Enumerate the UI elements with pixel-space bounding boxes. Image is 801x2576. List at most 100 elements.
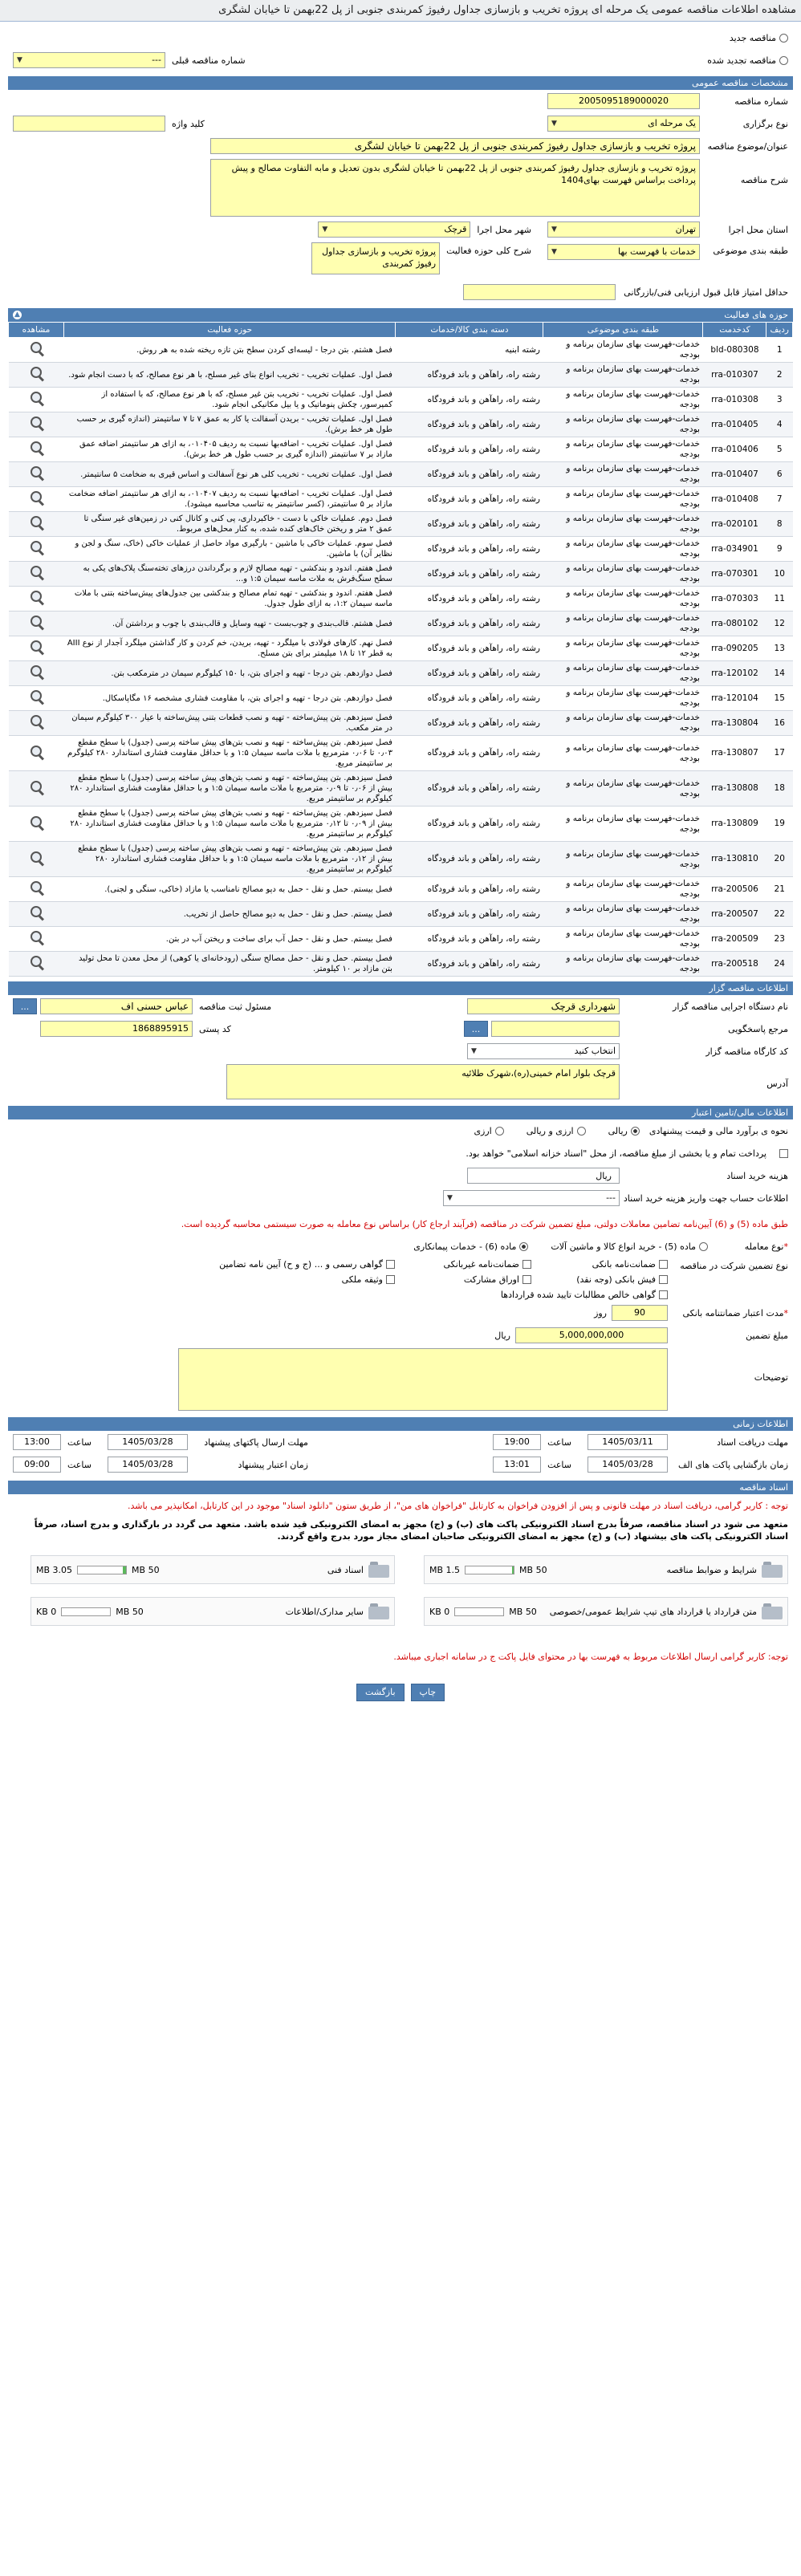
workshop-select[interactable]: انتخاب کنید ▼ [467, 1043, 620, 1059]
activity-cell: فصل هفتم. اندود و بندکشی - تهیه مصالح لا… [63, 561, 396, 587]
view-cell[interactable] [8, 561, 64, 587]
g-property[interactable]: وثیقه ملکی [196, 1274, 395, 1285]
row-number: 16 [766, 710, 793, 736]
magnifier-icon[interactable] [28, 815, 45, 831]
magnifier-icon[interactable] [28, 639, 45, 656]
magnifier-icon[interactable] [28, 929, 45, 946]
magnifier-icon[interactable] [28, 340, 45, 357]
magnifier-icon[interactable] [28, 689, 45, 705]
view-cell[interactable] [8, 486, 64, 512]
view-cell[interactable] [8, 412, 64, 437]
magnifier-icon[interactable] [28, 539, 45, 556]
folder-icon [368, 1562, 389, 1578]
view-cell[interactable] [8, 951, 64, 977]
view-cell[interactable] [8, 387, 64, 412]
postal-label: کد پستی [199, 1023, 231, 1034]
person-lookup-button[interactable]: ... [13, 998, 37, 1014]
magnifier-icon[interactable] [28, 589, 45, 606]
magnifier-icon[interactable] [28, 390, 45, 407]
group-cell: رشته راه، راهآهن و باند فرودگاه [395, 362, 543, 388]
view-cell[interactable] [8, 770, 64, 807]
treasury-checkbox[interactable] [776, 1148, 788, 1158]
print-button[interactable]: چاپ [410, 1684, 445, 1701]
back-button[interactable]: بازگشت [356, 1684, 405, 1701]
view-cell[interactable] [8, 841, 64, 877]
radio-currency-rial[interactable]: ارزی و ریالی [527, 1126, 586, 1136]
magnifier-icon[interactable] [28, 664, 45, 681]
view-cell[interactable] [8, 461, 64, 487]
type-select[interactable]: یک مرحله ای ▼ [547, 116, 700, 132]
file-item[interactable]: سایر مدارک/اطلاعات 50 MB 0 KB [30, 1597, 395, 1626]
prev-number-select[interactable]: --- ▼ [13, 52, 165, 68]
table-row: 23 rra-200509 خدمات-فهرست بهای سازمان برنا… [8, 926, 793, 952]
ref-lookup-button[interactable]: ... [464, 1021, 488, 1037]
g-bonds[interactable]: اوراق مشارکت [405, 1274, 531, 1285]
magnifier-icon[interactable] [28, 614, 45, 631]
magnifier-icon[interactable] [28, 514, 45, 531]
magnifier-icon[interactable] [28, 564, 45, 581]
service-code: rra-200509 [702, 926, 766, 952]
prev-number-label: شماره مناقصه قبلی [172, 55, 246, 66]
collapse-icon[interactable]: ▲ [13, 311, 22, 319]
keyword-field[interactable] [13, 116, 165, 132]
g-official[interactable]: گواهی رسمی و ... (ج و ح) آیین نامه تضامی… [196, 1259, 395, 1270]
radio-new-tender[interactable]: مناقصه جدید [730, 33, 788, 43]
view-cell[interactable] [8, 901, 64, 927]
view-cell[interactable] [8, 710, 64, 736]
view-cell[interactable] [8, 660, 64, 686]
view-cell[interactable] [8, 735, 64, 771]
view-cell[interactable] [8, 511, 64, 537]
magnifier-icon[interactable] [28, 744, 45, 761]
radio-deal-contracting[interactable]: ماده (6) - خدمات پیمانکاری [413, 1241, 529, 1252]
view-cell[interactable] [8, 337, 64, 363]
view-cell[interactable] [8, 926, 64, 952]
g-cash[interactable]: فیش بانکی (وجه نقد) [541, 1274, 668, 1285]
magnifier-icon[interactable] [28, 365, 45, 382]
view-cell[interactable] [8, 586, 64, 611]
category-cell: خدمات-فهرست بهای سازمان برنامه و بودجه [543, 710, 703, 736]
table-row: 24 rra-200518 خدمات-فهرست بهای سازمان برنا… [8, 951, 793, 977]
file-item[interactable]: شرایط و ضوابط مناقصه 50 MB 1.5 MB [424, 1555, 788, 1584]
province-select[interactable]: تهران ▼ [547, 221, 700, 238]
city-select[interactable]: قرچک ▼ [318, 221, 471, 238]
magnifier-icon[interactable] [28, 465, 45, 481]
radio-rial[interactable]: ریالی [608, 1126, 640, 1136]
chevron-down-icon: ▼ [17, 56, 22, 64]
radio-deal-goods[interactable]: ماده (5) - خرید انواع کالا و ماشین آلات [551, 1241, 708, 1252]
magnifier-icon[interactable] [28, 490, 45, 506]
radio-renewed-tender[interactable]: مناقصه تجدید شده [707, 55, 788, 66]
magnifier-icon[interactable] [28, 779, 45, 796]
magnifier-icon[interactable] [28, 850, 45, 867]
category-select[interactable]: خدمات با فهرست بها ▼ [547, 244, 700, 260]
category-cell: خدمات-فهرست بهای سازمان برنامه و بودجه [543, 437, 703, 462]
magnifier-icon[interactable] [28, 440, 45, 457]
radio-new-label: مناقصه جدید [729, 32, 776, 43]
file-item[interactable]: متن قرارداد یا قرارداد های تیپ شرایط عمو… [424, 1597, 788, 1626]
category-cell: خدمات-فهرست بهای سازمان برنامه و بودجه [543, 806, 703, 842]
magnifier-icon[interactable] [28, 880, 45, 896]
group-cell: رشته راه، راهآهن و باند فرودگاه [395, 611, 543, 636]
g-nonbank[interactable]: ضمانت‌نامه غیربانکی [405, 1259, 531, 1270]
view-cell[interactable] [8, 611, 64, 636]
magnifier-icon[interactable] [28, 954, 45, 971]
g-bank[interactable]: ضمانت‌نامه بانکی [541, 1259, 668, 1270]
row-number: 9 [766, 536, 793, 562]
magnifier-icon[interactable] [28, 713, 45, 730]
desc-textarea: پروژه تخریب و بازسازی جداول رفیوژ کمربند… [210, 159, 700, 217]
file-item[interactable]: اسناد فنی 50 MB 3.05 MB [30, 1555, 395, 1584]
magnifier-icon[interactable] [28, 415, 45, 432]
view-cell[interactable] [8, 636, 64, 661]
radio-currency[interactable]: ارزی [474, 1126, 504, 1136]
view-cell[interactable] [8, 437, 64, 462]
view-cell[interactable] [8, 806, 64, 842]
col-view: مشاهده [8, 322, 64, 338]
magnifier-icon[interactable] [28, 904, 45, 921]
account-select[interactable]: --- ▼ [443, 1190, 620, 1206]
view-cell[interactable] [8, 536, 64, 562]
view-cell[interactable] [8, 685, 64, 711]
view-cell[interactable] [8, 362, 64, 388]
min-score-label: حداقل امتیاز قابل قبول ارزیابی فنی/بازرگ… [624, 286, 788, 298]
g-claims[interactable]: گواهی خالص مطالبات تایید شده قراردادها [196, 1290, 668, 1300]
view-cell[interactable] [8, 876, 64, 902]
category-value: خدمات با فهرست بها [618, 246, 696, 257]
